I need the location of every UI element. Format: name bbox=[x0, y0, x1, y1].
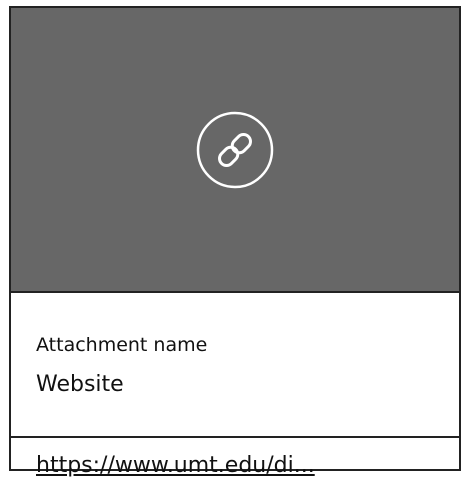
attachment-details: Attachment name Website bbox=[11, 293, 459, 438]
attachment-url-link[interactable]: https://www.umt.edu/di... bbox=[36, 452, 315, 480]
attachment-preview[interactable] bbox=[11, 8, 459, 293]
attachment-name-value: Website bbox=[36, 372, 124, 397]
attachment-card[interactable]: Attachment name Website https://www.umt.… bbox=[9, 6, 461, 478]
link-icon bbox=[195, 110, 275, 190]
attachment-url-row: https://www.umt.edu/di... bbox=[11, 438, 459, 478]
attachment-name-label: Attachment name bbox=[36, 334, 208, 356]
